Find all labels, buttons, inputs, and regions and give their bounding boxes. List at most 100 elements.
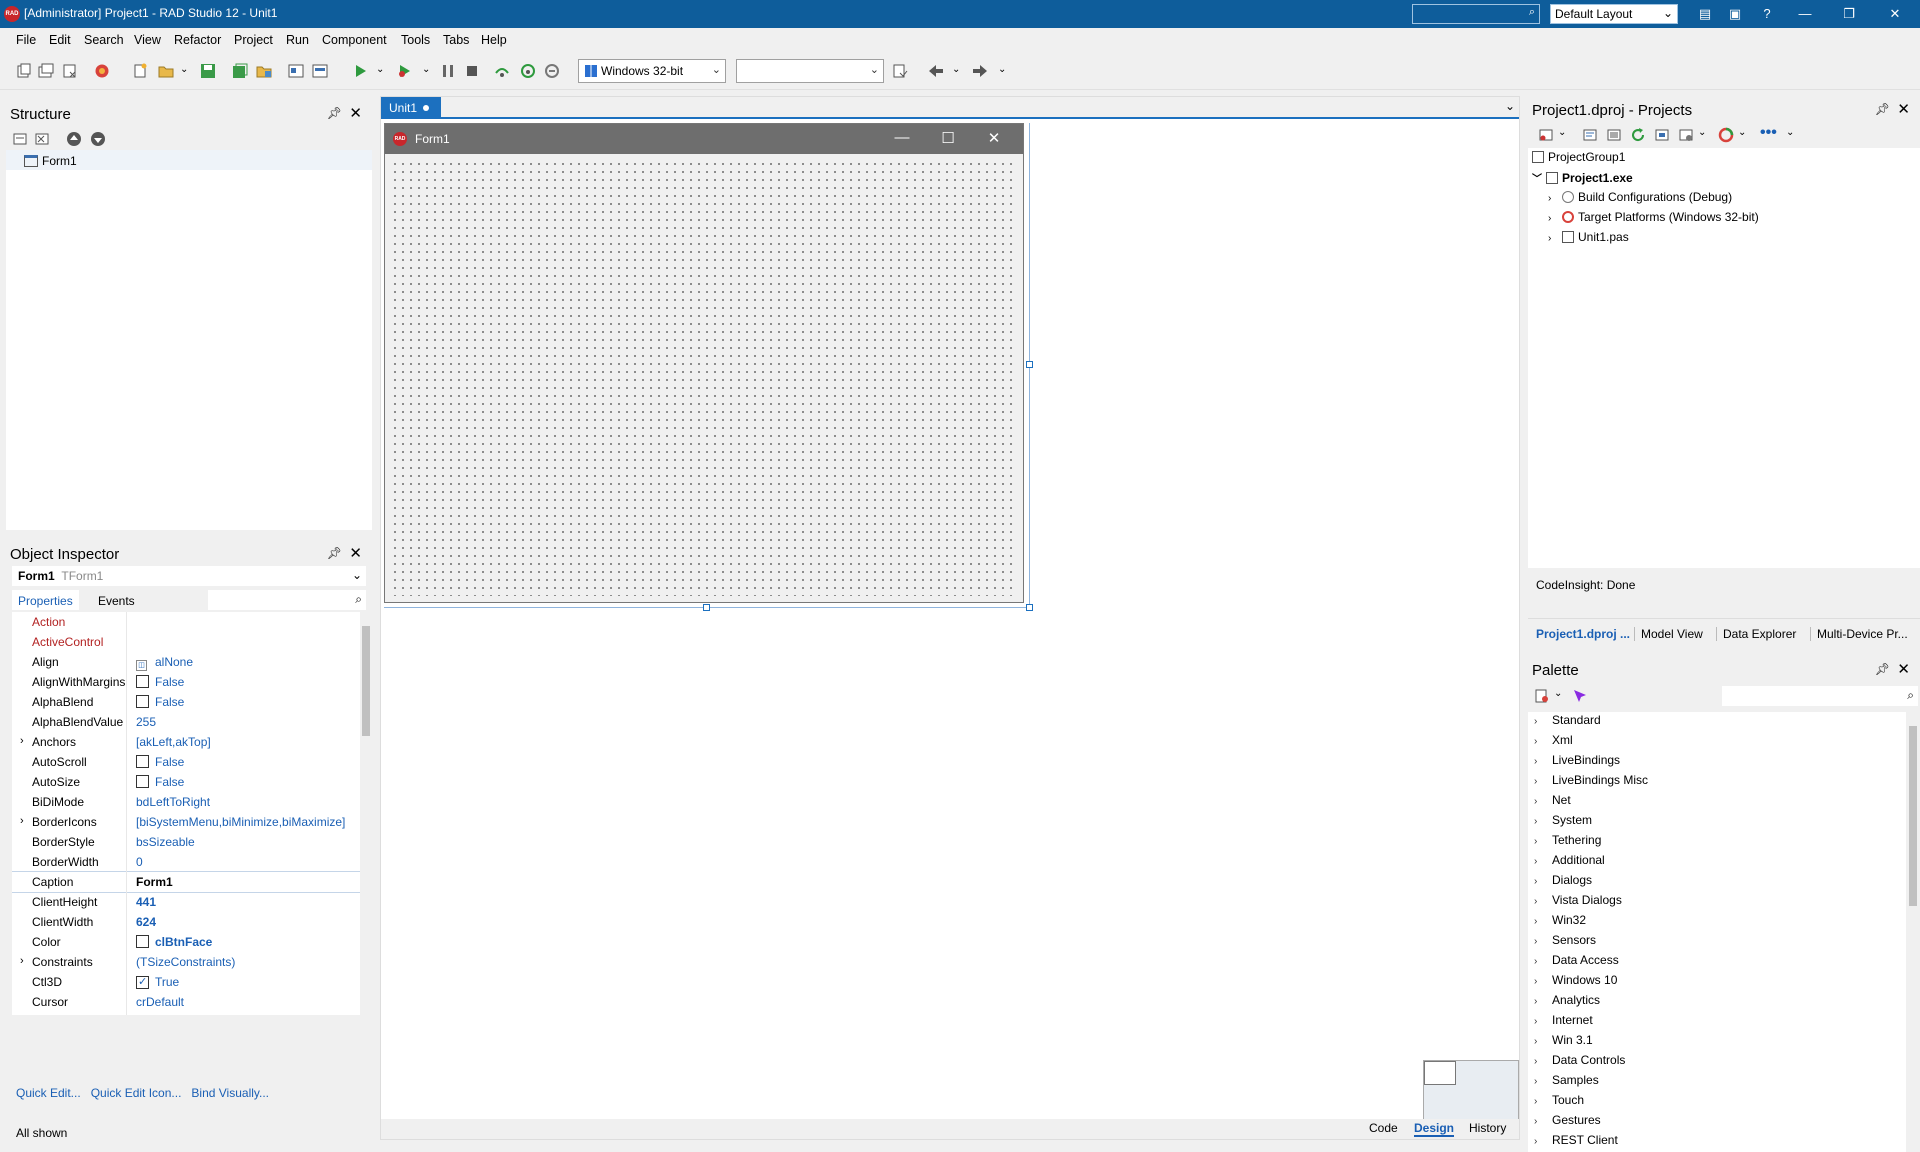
- remove-from-project-icon[interactable]: [312, 63, 328, 79]
- property-value[interactable]: (TSizeConstraints): [136, 955, 235, 969]
- quick-edit-icon-link[interactable]: Quick Edit Icon...: [91, 1086, 182, 1100]
- move-down-icon[interactable]: [90, 131, 106, 147]
- property-row[interactable]: Cursor crDefault: [12, 992, 360, 1012]
- run-to-cursor-icon[interactable]: [544, 63, 560, 79]
- menu-run[interactable]: Run: [286, 33, 309, 47]
- back-arrow-icon[interactable]: [928, 63, 944, 79]
- palette-scrollbar[interactable]: [1906, 712, 1920, 1146]
- property-row[interactable]: AlphaBlendValue 255: [12, 712, 360, 732]
- color-swatch[interactable]: [136, 935, 149, 948]
- checkbox[interactable]: [136, 976, 149, 989]
- palette-category[interactable]: › LiveBindings: [1534, 753, 1620, 767]
- forward-arrow-icon[interactable]: [972, 63, 988, 79]
- palette-category[interactable]: › Standard: [1534, 713, 1601, 727]
- editor-tab-unit1[interactable]: Unit1: [381, 97, 441, 119]
- desktop-settings-icon[interactable]: ▣: [1720, 4, 1750, 24]
- checkbox[interactable]: [136, 775, 149, 788]
- menu-project[interactable]: Project: [234, 33, 273, 47]
- chevron-down-icon[interactable]: ⌄: [1505, 99, 1515, 113]
- property-value[interactable]: True: [136, 975, 179, 989]
- scrollbar-thumb[interactable]: [362, 626, 370, 736]
- open-project-icon[interactable]: [38, 63, 54, 79]
- property-row[interactable]: AutoScroll False: [12, 752, 360, 772]
- chevron-down-icon[interactable]: ⌄: [1558, 127, 1566, 138]
- tab-properties[interactable]: Properties: [12, 590, 79, 610]
- menu-file[interactable]: File: [16, 33, 36, 47]
- platform-select[interactable]: Windows 32-bit ⌄: [578, 59, 726, 83]
- scrollbar-thumb[interactable]: [1909, 726, 1917, 906]
- tab-model-view[interactable]: Model View: [1634, 627, 1703, 641]
- structure-node-form1[interactable]: Form1: [24, 154, 77, 168]
- form1-window[interactable]: RAD Form1 — ☐ ✕: [384, 123, 1024, 603]
- pin-icon[interactable]: 📌︎: [1875, 662, 1890, 676]
- menu-search[interactable]: Search: [84, 33, 124, 47]
- close-file-icon[interactable]: [62, 63, 78, 79]
- new-category-icon[interactable]: [1534, 688, 1550, 704]
- tab-multi-device-preview[interactable]: Multi-Device Pr...: [1810, 627, 1908, 641]
- property-value[interactable]: False: [136, 755, 184, 769]
- chevron-right-icon[interactable]: ›: [20, 955, 24, 967]
- new-items-icon[interactable]: [16, 63, 32, 79]
- stop-icon[interactable]: [464, 63, 480, 79]
- menu-tabs[interactable]: Tabs: [443, 33, 469, 47]
- bind-visually-link[interactable]: Bind Visually...: [191, 1086, 269, 1100]
- list-view-icon[interactable]: [1606, 127, 1622, 143]
- property-value[interactable]: 441: [136, 895, 156, 909]
- tab-project1-dproj[interactable]: Project1.dproj ...: [1536, 627, 1630, 641]
- palette-category[interactable]: › Additional: [1534, 853, 1605, 867]
- chevron-down-icon[interactable]: ⌄: [376, 64, 384, 75]
- palette-category[interactable]: › Gestures: [1534, 1113, 1601, 1127]
- resize-handle-bottom[interactable]: [703, 604, 710, 611]
- run-icon[interactable]: [352, 63, 368, 79]
- close-button[interactable]: ✕: [1880, 4, 1910, 24]
- checkbox[interactable]: [136, 695, 149, 708]
- minimize-button[interactable]: —: [1790, 4, 1820, 24]
- sync-icon[interactable]: [1654, 127, 1670, 143]
- tree-node-projectgroup1[interactable]: ProjectGroup1: [1532, 150, 1625, 164]
- options-icon[interactable]: [1582, 127, 1598, 143]
- property-value[interactable]: crDefault: [136, 995, 184, 1009]
- property-value[interactable]: clBtnFace: [136, 935, 212, 949]
- tree-node-target-platforms[interactable]: › Target Platforms (Windows 32-bit): [1548, 210, 1759, 224]
- chevron-down-icon[interactable]: ⌄: [1554, 688, 1562, 699]
- help-button[interactable]: ?: [1752, 4, 1782, 24]
- tab-code[interactable]: Code: [1369, 1121, 1398, 1135]
- property-row[interactable]: Align ◫ alNone: [12, 652, 360, 672]
- palette-category[interactable]: › Sensors: [1534, 933, 1596, 947]
- menu-refactor[interactable]: Refactor: [174, 33, 221, 47]
- chevron-down-icon[interactable]: ⌄: [1786, 127, 1794, 138]
- palette-category[interactable]: › Vista Dialogs: [1534, 893, 1622, 907]
- chevron-down-icon[interactable]: ⌄: [1738, 127, 1746, 138]
- tab-events[interactable]: Events: [92, 590, 141, 610]
- pin-icon[interactable]: 📌︎: [327, 546, 342, 560]
- open-folder-icon[interactable]: [158, 63, 174, 79]
- menu-component[interactable]: Component: [322, 33, 387, 47]
- property-row[interactable]: Ctl3D True: [12, 972, 360, 992]
- property-row[interactable]: BorderStyle bsSizeable: [12, 832, 360, 852]
- palette-category[interactable]: › Data Access: [1534, 953, 1619, 967]
- property-row[interactable]: Color clBtnFace: [12, 932, 360, 952]
- palette-category[interactable]: › Win 3.1: [1534, 1033, 1593, 1047]
- close-icon[interactable]: ✕: [1897, 660, 1910, 678]
- palette-category[interactable]: › Win32: [1534, 913, 1586, 927]
- menu-view[interactable]: View: [134, 33, 161, 47]
- form1-design-grid[interactable]: [391, 160, 1017, 596]
- close-icon[interactable]: ✕: [1897, 100, 1910, 118]
- palette-category[interactable]: › REST Client: [1534, 1133, 1618, 1147]
- palette-category[interactable]: › Tethering: [1534, 833, 1601, 847]
- palette-category[interactable]: › Samples: [1534, 1073, 1599, 1087]
- palette-category[interactable]: › System: [1534, 813, 1592, 827]
- build-config-select[interactable]: ⌄: [736, 59, 884, 83]
- tab-design[interactable]: Design: [1414, 1121, 1455, 1137]
- refresh-icon[interactable]: [1630, 127, 1646, 143]
- build-icon[interactable]: [1678, 127, 1694, 143]
- layout-select[interactable]: Default Layout ⌄: [1550, 4, 1678, 24]
- property-value[interactable]: Form1: [136, 875, 173, 889]
- property-row[interactable]: › BorderIcons [biSystemMenu,biMinimize,biM…: [12, 812, 360, 832]
- property-row[interactable]: CustomHint: [12, 1012, 360, 1015]
- property-row[interactable]: ActiveControl: [12, 632, 360, 652]
- property-row[interactable]: BorderWidth 0: [12, 852, 360, 872]
- property-row[interactable]: ClientWidth 624: [12, 912, 360, 932]
- resize-handle-right[interactable]: [1026, 361, 1033, 368]
- tree-node-unit1-pas[interactable]: › Unit1.pas: [1548, 230, 1629, 244]
